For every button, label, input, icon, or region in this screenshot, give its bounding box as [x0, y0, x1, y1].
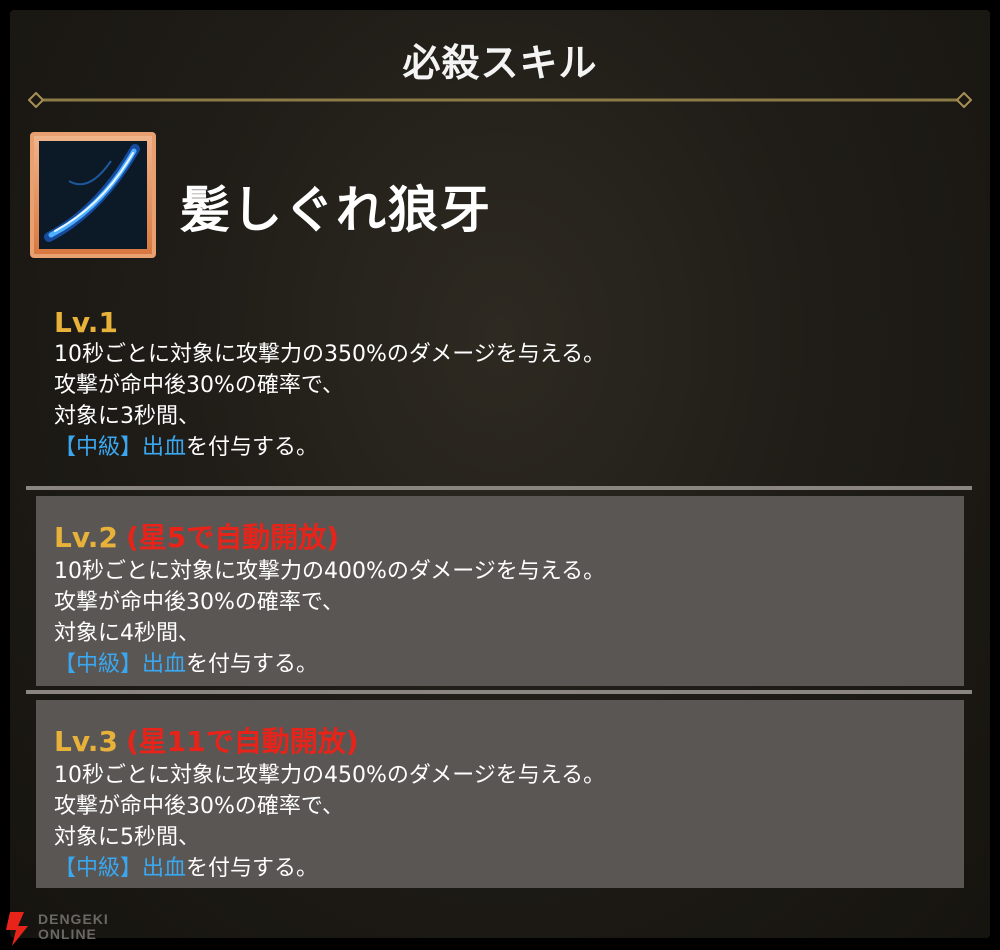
level-2-section: Lv.2 (星5で自動開放) 10秒ごとに対象に攻撃力の400%のダメージを与える… — [36, 496, 964, 686]
desc-line: 攻撃が命中後30%の確率で、 — [54, 373, 345, 398]
watermark-line-1: DENGEKI — [38, 911, 109, 927]
section-divider — [26, 690, 972, 694]
status-name: 出血 — [142, 652, 187, 677]
desc-line: 対象に5秒間、 — [54, 825, 200, 850]
section-divider — [26, 486, 972, 490]
level-label: Lv.3 — [54, 725, 118, 758]
desc-line: 攻撃が命中後30%の確率で、 — [54, 590, 345, 615]
unlock-note: (星11で自動開放) — [125, 725, 359, 758]
desc-line: 10秒ごとに対象に攻撃力の400%のダメージを与える。 — [54, 559, 606, 584]
level-1-section: Lv.1 10秒ごとに対象に攻撃力の350%のダメージを与える。 攻撃が命中後3… — [36, 306, 964, 476]
status-tier: 【中級】 — [54, 435, 143, 460]
watermark-line-2: ONLINE — [38, 926, 97, 942]
status-name: 出血 — [142, 435, 187, 460]
desc-suffix: を付与する。 — [186, 856, 319, 881]
level-1-description: 10秒ごとに対象に攻撃力の350%のダメージを与える。 攻撃が命中後30%の確率… — [54, 339, 605, 463]
status-name: 出血 — [142, 856, 187, 881]
desc-line: 10秒ごとに対象に攻撃力の350%のダメージを与える。 — [54, 342, 606, 367]
desc-line: 【中級】出血を付与する。 — [54, 853, 605, 884]
level-label: Lv.2 — [54, 521, 118, 554]
ornament-divider — [28, 92, 972, 108]
desc-line: 対象に3秒間、 — [54, 404, 200, 429]
desc-suffix: を付与する。 — [186, 435, 319, 460]
skill-panel: 必殺スキル 髪しぐれ狼牙 Lv.1 10秒ごとに対象に攻撃力の350%のダメージ… — [10, 10, 990, 938]
level-3-description: 10秒ごとに対象に攻撃力の450%のダメージを与える。 攻撃が命中後30%の確率… — [54, 760, 605, 884]
level-2-header: Lv.2 (星5で自動開放) — [54, 516, 605, 556]
panel-title: 必殺スキル — [402, 41, 598, 85]
skill-name: 髪しぐれ狼牙 — [180, 181, 492, 239]
desc-suffix: を付与する。 — [186, 652, 319, 677]
desc-line: 【中級】出血を付与する。 — [54, 649, 605, 680]
level-3-header: Lv.3 (星11で自動開放) — [54, 720, 605, 760]
level-2-description: 10秒ごとに対象に攻撃力の400%のダメージを与える。 攻撃が命中後30%の確率… — [54, 556, 605, 680]
desc-line: 10秒ごとに対象に攻撃力の450%のダメージを与える。 — [54, 763, 606, 788]
desc-line: 【中級】出血を付与する。 — [54, 432, 605, 463]
level-3-section: Lv.3 (星11で自動開放) 10秒ごとに対象に攻撃力の450%のダメージを与え… — [36, 700, 964, 888]
status-tier: 【中級】 — [54, 856, 143, 881]
watermark-logo: DENGEKI ONLINE — [38, 912, 109, 942]
desc-line: 対象に4秒間、 — [54, 621, 200, 646]
status-tier: 【中級】 — [54, 652, 143, 677]
level-1-header: Lv.1 — [54, 306, 605, 339]
desc-line: 攻撃が命中後30%の確率で、 — [54, 794, 345, 819]
level-label: Lv.1 — [54, 306, 118, 339]
blue-slash-icon — [30, 132, 156, 258]
unlock-note: (星5で自動開放) — [125, 521, 340, 554]
